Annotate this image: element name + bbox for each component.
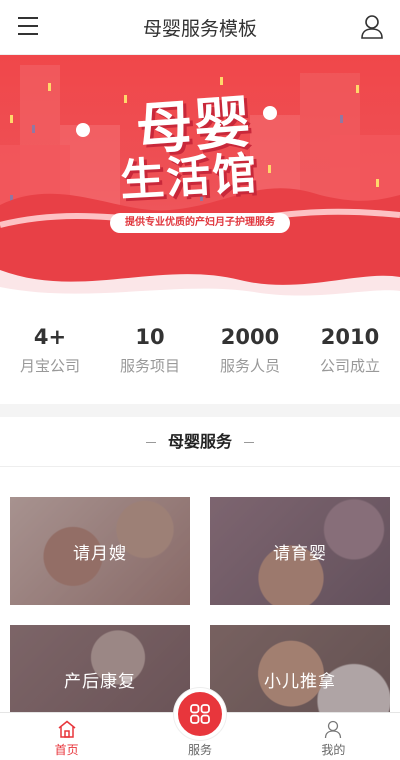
divider [0,466,400,467]
tab-label: 我的 [321,743,346,757]
page-title: 母婴服务模板 [142,17,257,40]
stat-value: 10 [135,325,165,349]
stat-label: 服务项目 [119,357,180,375]
services-fab-button[interactable] [174,688,226,740]
service-card-yuying[interactable]: 请育婴 [210,497,390,605]
user-icon [267,719,400,739]
title-dash-left [145,442,156,443]
banner-tagline: 提供专业优质的产妇月子护理服务 [110,213,290,233]
stat-label: 月宝公司 [19,357,80,375]
section-gap [0,404,400,417]
stat-item: 10 服务项目 [100,322,200,376]
tab-label: 服务 [187,743,212,757]
hero-banner[interactable]: 母婴 生活馆 提供专业优质的产妇月子护理服务 [0,55,400,300]
service-label: 请育婴 [273,543,327,564]
stat-label: 公司成立 [319,357,380,375]
banner-title-line2: 生活馆 [118,148,260,207]
service-card-yuesao[interactable]: 请月嫂 [10,497,190,605]
home-icon [0,719,133,739]
stat-value: 2010 [320,325,380,349]
stats-row: 4+ 月宝公司 10 服务项目 2000 服务人员 2010 公司成立 [0,322,400,376]
stat-value: 4+ [33,325,67,349]
stat-item: 2000 服务人员 [200,322,300,376]
menu-icon[interactable] [18,17,38,37]
stat-item: 4+ 月宝公司 [0,322,100,376]
page: 母婴服务模板 母婴 生活馆 提供专业优质的产妇月子护理服务 4+ 月宝公司 10… [0,0,400,760]
top-bar: 母婴服务模板 [0,0,400,55]
stat-label: 服务人员 [219,357,280,375]
service-label: 请月嫂 [73,543,127,564]
grid-icon [190,704,210,724]
tab-label: 首页 [54,743,79,757]
section-title-text: 母婴服务 [167,432,232,451]
user-icon[interactable] [360,14,384,40]
stat-value: 2000 [220,325,280,349]
title-dash-right [244,442,254,443]
tab-profile[interactable]: 我的 [267,713,400,760]
tab-home[interactable]: 首页 [0,713,133,760]
section-heading: 母婴服务 [0,428,400,452]
stat-item: 2010 公司成立 [300,322,400,376]
